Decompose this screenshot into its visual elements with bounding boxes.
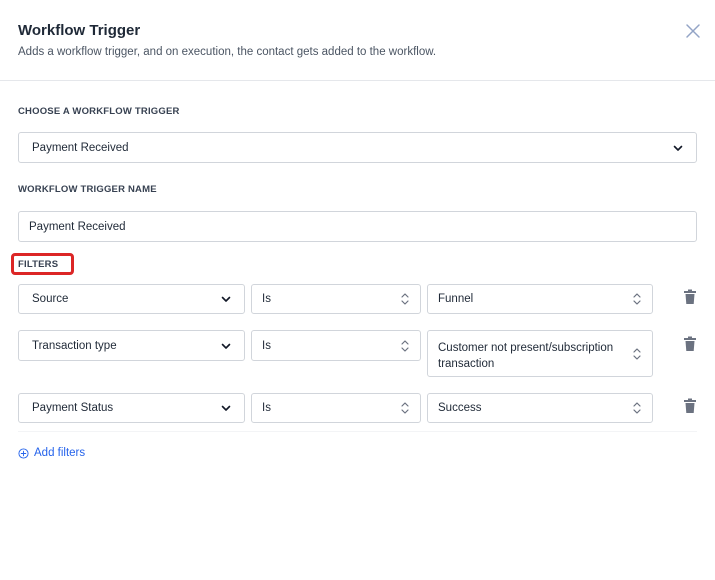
select-arrows-icon	[633, 347, 641, 360]
chevron-down-icon	[221, 343, 231, 349]
chevron-down-icon	[673, 145, 683, 151]
filters-divider	[18, 431, 697, 432]
filter-operator-select[interactable]: Is	[251, 393, 421, 423]
filter-field-value: Payment Status	[32, 402, 114, 414]
chevron-down-icon	[221, 405, 231, 411]
filter-value-select[interactable]: Customer not present/subscription transa…	[427, 330, 653, 377]
add-filters-button[interactable]: Add filters	[18, 447, 85, 459]
trigger-select-value: Payment Received	[32, 141, 129, 154]
filter-value-select[interactable]: Funnel	[427, 284, 653, 314]
select-arrows-icon	[401, 293, 409, 305]
add-filters-label: Add filters	[34, 447, 86, 459]
close-icon[interactable]	[684, 22, 702, 40]
trash-icon[interactable]	[683, 336, 697, 352]
trigger-name-input[interactable]: Payment Received	[18, 211, 697, 242]
filter-value-text: Funnel	[438, 293, 474, 305]
filter-operator-value: Is	[262, 402, 271, 414]
filter-field-value: Transaction type	[32, 339, 117, 352]
filter-operator-select[interactable]: Is	[251, 284, 421, 314]
filter-value-select[interactable]: Success	[427, 393, 653, 423]
trash-icon[interactable]	[683, 398, 697, 414]
select-arrows-icon	[633, 402, 641, 414]
filter-operator-value: Is	[262, 339, 271, 352]
trigger-name-value: Payment Received	[29, 220, 126, 233]
filter-value-text: Customer not present/subscription transa…	[438, 342, 614, 370]
trigger-name-label: WORKFLOW TRIGGER NAME	[18, 184, 157, 195]
modal-header: Workflow Trigger Adds a workflow trigger…	[0, 0, 715, 81]
filter-operator-value: Is	[262, 293, 271, 305]
filter-value-text: Success	[438, 402, 482, 414]
filters-label: FILTERS	[18, 259, 59, 270]
trigger-select-label: CHOOSE A WORKFLOW TRIGGER	[18, 106, 180, 117]
plus-circle-icon	[18, 447, 29, 459]
filter-field-select[interactable]: Payment Status	[18, 393, 245, 423]
filter-field-select[interactable]: Transaction type	[18, 330, 245, 361]
select-arrows-icon	[633, 293, 641, 305]
modal-subtitle: Adds a workflow trigger, and on executio…	[18, 46, 437, 58]
trigger-select[interactable]: Payment Received	[18, 132, 697, 163]
chevron-down-icon	[221, 296, 231, 302]
filter-operator-select[interactable]: Is	[251, 330, 421, 361]
select-arrows-icon	[401, 339, 409, 352]
select-arrows-icon	[401, 402, 409, 414]
filter-field-select[interactable]: Source	[18, 284, 245, 314]
trash-icon[interactable]	[683, 289, 697, 305]
filter-field-value: Source	[32, 293, 69, 305]
modal-title: Workflow Trigger	[18, 22, 141, 39]
